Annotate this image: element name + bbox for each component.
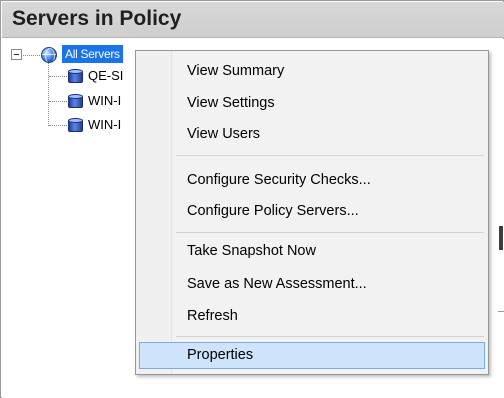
tree-connector — [23, 55, 40, 56]
database-server-icon — [68, 118, 83, 133]
menu-item-take-snapshot-now[interactable]: Take Snapshot Now — [139, 238, 485, 265]
menu-item-configure-policy-servers[interactable]: Configure Policy Servers... — [139, 198, 485, 225]
divider — [498, 311, 504, 312]
menu-item-properties[interactable]: Properties — [139, 342, 485, 369]
context-menu: View Summary View Settings View Users Co… — [135, 50, 489, 375]
menu-separator — [176, 155, 484, 156]
panel-title: Servers in Policy — [12, 7, 182, 30]
tree-node-server[interactable]: WIN-I — [88, 92, 121, 110]
menu-item-configure-security-checks[interactable]: Configure Security Checks... — [139, 167, 485, 194]
tree-node-server[interactable]: QE-SI — [88, 67, 123, 85]
tree-connector — [49, 101, 67, 102]
menu-item-view-settings[interactable]: View Settings — [139, 90, 485, 117]
tree-connector — [49, 125, 67, 126]
scrollbar-thumb[interactable] — [499, 226, 503, 250]
menu-item-save-as-new-assessment[interactable]: Save as New Assessment... — [139, 271, 485, 298]
menu-separator — [176, 232, 484, 233]
tree-connector — [48, 63, 49, 126]
tree-connector — [49, 76, 67, 77]
menu-item-view-summary[interactable]: View Summary — [139, 58, 485, 85]
tree-node-server[interactable]: WIN-I — [88, 116, 121, 134]
menu-separator — [176, 336, 484, 337]
panel-header: Servers in Policy — [2, 2, 504, 38]
database-server-icon — [68, 94, 83, 109]
menu-item-view-users[interactable]: View Users — [139, 121, 485, 148]
menu-item-refresh[interactable]: Refresh — [139, 303, 485, 330]
database-server-icon — [68, 69, 83, 84]
globe-icon — [41, 47, 57, 63]
tree-node-all-servers[interactable]: All Servers — [62, 45, 123, 63]
collapse-toggle-icon[interactable] — [11, 49, 22, 60]
